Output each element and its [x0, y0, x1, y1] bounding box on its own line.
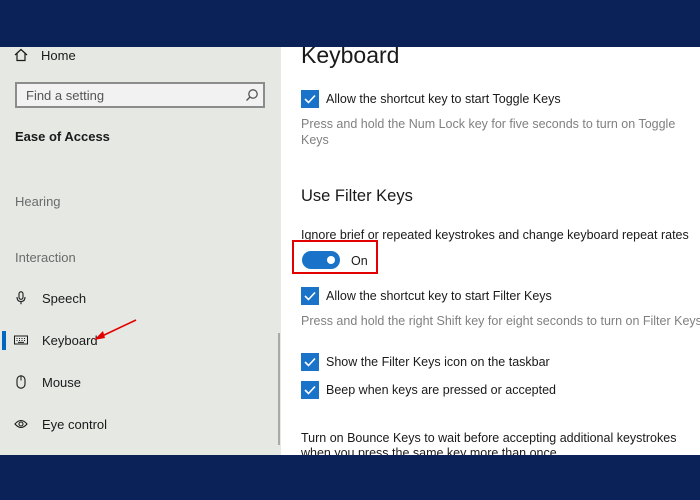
sidebar-item-label: Eye control — [42, 416, 108, 432]
bounce-keys-description: Turn on Bounce Keys to wait before accep… — [301, 431, 677, 455]
show-filter-keys-icon-checkbox[interactable]: Show the Filter Keys icon on the taskbar — [301, 353, 550, 371]
checkmark-icon — [301, 381, 319, 399]
microphone-icon — [14, 291, 28, 305]
sidebar-item-label: Speech — [42, 290, 87, 306]
filter-keys-toggle[interactable] — [302, 251, 340, 269]
content-pane: Keyboard Allow the shortcut key to start… — [281, 47, 700, 455]
sidebar-item-eye-control[interactable]: Eye control — [0, 409, 278, 439]
toggle-knob — [327, 256, 335, 264]
sidebar: Home Find a setting Ease of Access Heari… — [0, 47, 281, 455]
checkbox-label: Allow the shortcut key to start Filter K… — [326, 289, 552, 303]
search-input[interactable]: Find a setting — [15, 82, 265, 108]
home-icon — [14, 48, 28, 62]
highlight-box: On — [292, 240, 378, 274]
search-placeholder: Find a setting — [26, 88, 105, 103]
beep-checkbox[interactable]: Beep when keys are pressed or accepted — [301, 381, 556, 399]
checkmark-icon — [301, 353, 319, 371]
search-icon[interactable] — [245, 88, 259, 102]
category-heading: Ease of Access — [15, 129, 110, 144]
red-arrow-annotation — [94, 319, 137, 340]
toggle-keys-shortcut-checkbox[interactable]: Allow the shortcut key to start Toggle K… — [301, 90, 561, 108]
home-label: Home — [41, 47, 76, 63]
group-hearing: Hearing — [15, 194, 61, 209]
top-border — [0, 0, 700, 47]
page-title: Keyboard — [301, 47, 400, 68]
filter-keys-heading: Use Filter Keys — [301, 187, 413, 205]
sidebar-scrollbar[interactable] — [278, 333, 280, 445]
sidebar-item-label: Mouse — [42, 374, 82, 390]
filter-keys-shortcut-description: Press and hold the right Shift key for e… — [301, 314, 700, 328]
group-interaction: Interaction — [15, 250, 76, 265]
settings-window: Home Find a setting Ease of Access Heari… — [0, 47, 700, 455]
sidebar-item-speech[interactable]: Speech — [0, 283, 278, 313]
bottom-border — [0, 455, 700, 500]
toggle-state-label: On — [351, 254, 368, 268]
eye-control-icon — [14, 418, 28, 430]
checkbox-label: Beep when keys are pressed or accepted — [326, 383, 556, 397]
checkmark-icon — [301, 90, 319, 108]
home-link[interactable]: Home — [14, 47, 76, 63]
checkbox-label: Show the Filter Keys icon on the taskbar — [326, 355, 550, 369]
filter-keys-shortcut-checkbox[interactable]: Allow the shortcut key to start Filter K… — [301, 287, 552, 305]
checkbox-label: Allow the shortcut key to start Toggle K… — [326, 92, 561, 106]
mouse-icon — [14, 375, 28, 389]
checkmark-icon — [301, 287, 319, 305]
sidebar-item-mouse[interactable]: Mouse — [0, 367, 278, 397]
toggle-keys-description: Press and hold the Num Lock key for five… — [301, 117, 676, 147]
keyboard-icon — [14, 335, 28, 345]
